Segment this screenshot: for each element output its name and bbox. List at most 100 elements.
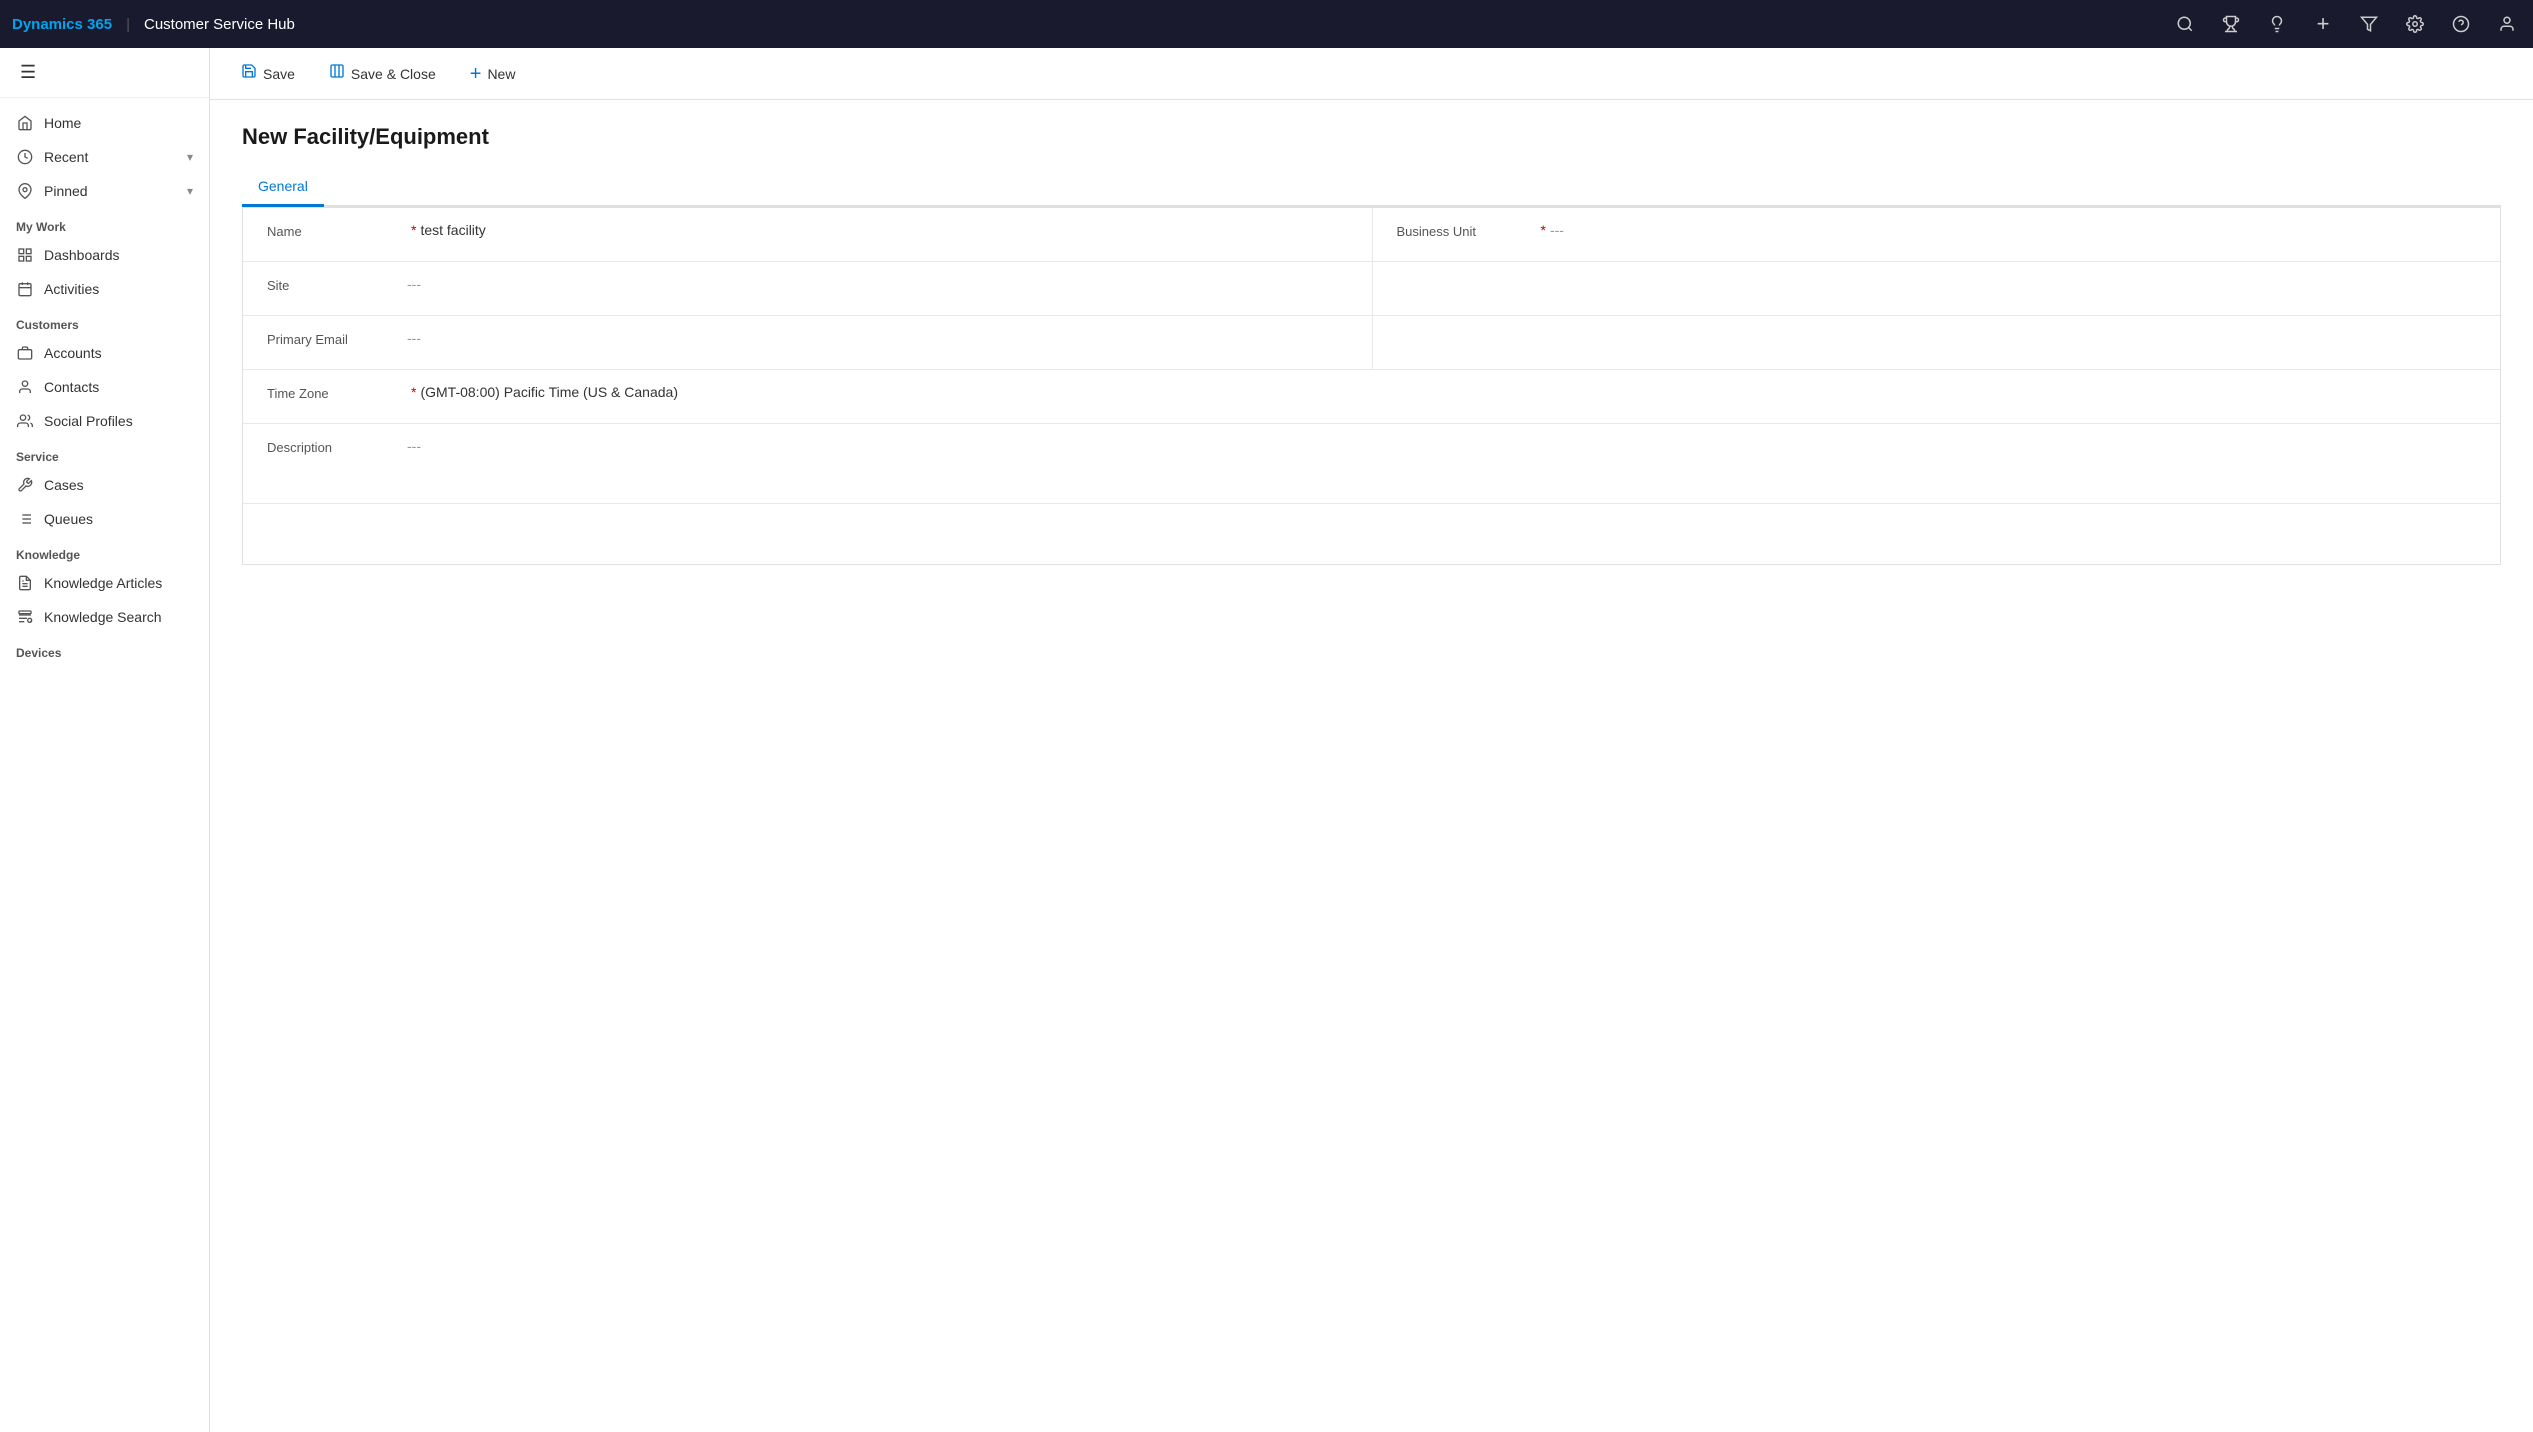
sidebar-item-label: Recent	[44, 149, 177, 165]
contacts-icon	[16, 378, 34, 396]
content-area: Save Save & Close + New New Facility/Equ…	[210, 48, 2533, 1432]
add-global-icon[interactable]: +	[2309, 10, 2337, 38]
name-required: *	[411, 222, 416, 238]
sidebar-item-dashboards[interactable]: Dashboards	[0, 238, 209, 272]
knowledge-articles-icon	[16, 574, 34, 592]
pin-icon	[16, 182, 34, 200]
settings-icon[interactable]	[2401, 10, 2429, 38]
sidebar-item-contacts[interactable]: Contacts	[0, 370, 209, 404]
sidebar-item-label: Cases	[44, 477, 193, 493]
business-unit-required: *	[1541, 222, 1546, 238]
section-label-devices: Devices	[0, 634, 209, 664]
app-name: Customer Service Hub	[144, 16, 295, 33]
sidebar-nav: Home Recent ▾ Pinned ▾ My Work	[0, 98, 209, 672]
sidebar-item-knowledge-search[interactable]: Knowledge Search	[0, 600, 209, 634]
description-value[interactable]: ---	[407, 438, 2476, 454]
sidebar-item-knowledge-articles[interactable]: Knowledge Articles	[0, 566, 209, 600]
main-layout: ☰ Home Recent ▾ Pinned ▾	[0, 48, 2533, 1432]
sidebar-item-label: Knowledge Search	[44, 609, 193, 625]
trophy-icon[interactable]	[2217, 10, 2245, 38]
sidebar: ☰ Home Recent ▾ Pinned ▾	[0, 48, 210, 1432]
sidebar-item-accounts[interactable]: Accounts	[0, 336, 209, 370]
save-button[interactable]: Save	[226, 56, 310, 91]
new-icon: +	[470, 64, 482, 84]
sidebar-item-label: Pinned	[44, 183, 177, 199]
save-icon	[241, 63, 257, 84]
sidebar-item-label: Accounts	[44, 345, 193, 361]
name-label: Name	[267, 222, 407, 239]
social-profiles-icon	[16, 412, 34, 430]
sidebar-item-label: Knowledge Articles	[44, 575, 193, 591]
sidebar-item-pinned[interactable]: Pinned ▾	[0, 174, 209, 208]
recent-icon	[16, 148, 34, 166]
save-close-icon	[329, 63, 345, 84]
section-label-service: Service	[0, 438, 209, 468]
form-content: New Facility/Equipment General Name * te…	[210, 100, 2533, 1432]
accounts-icon	[16, 344, 34, 362]
sidebar-item-label: Queues	[44, 511, 193, 527]
save-label: Save	[263, 66, 295, 82]
business-unit-value[interactable]: ---	[1550, 222, 2476, 238]
name-value[interactable]: test facility	[420, 222, 1347, 238]
sidebar-item-social-profiles[interactable]: Social Profiles	[0, 404, 209, 438]
sidebar-item-cases[interactable]: Cases	[0, 468, 209, 502]
home-icon	[16, 114, 34, 132]
filter-icon[interactable]	[2355, 10, 2383, 38]
sidebar-item-home[interactable]: Home	[0, 106, 209, 140]
time-zone-row: Time Zone * (GMT-08:00) Pacific Time (US…	[243, 370, 2500, 424]
knowledge-search-icon	[16, 608, 34, 626]
sidebar-item-label: Dashboards	[44, 247, 193, 263]
new-button[interactable]: + New	[455, 57, 531, 91]
hamburger-button[interactable]: ☰	[16, 58, 40, 87]
tab-general-label: General	[258, 178, 308, 194]
sidebar-item-label: Contacts	[44, 379, 193, 395]
save-close-button[interactable]: Save & Close	[314, 56, 451, 91]
section-label-knowledge: Knowledge	[0, 536, 209, 566]
search-icon[interactable]	[2171, 10, 2199, 38]
site-cell: Site ---	[243, 262, 1372, 316]
sidebar-item-label: Activities	[44, 281, 193, 297]
primary-email-empty-cell	[1372, 316, 2501, 370]
sidebar-item-label: Social Profiles	[44, 413, 193, 429]
tab-general[interactable]: General	[242, 170, 324, 207]
site-empty-cell	[1372, 262, 2501, 316]
primary-email-cell: Primary Email ---	[243, 316, 1372, 370]
time-zone-value[interactable]: (GMT-08:00) Pacific Time (US & Canada)	[420, 384, 2476, 400]
sidebar-item-queues[interactable]: Queues	[0, 502, 209, 536]
activities-icon	[16, 280, 34, 298]
description-label: Description	[267, 438, 407, 455]
top-nav: Dynamics 365 | Customer Service Hub +	[0, 0, 2533, 48]
section-label-customers: Customers	[0, 306, 209, 336]
form-title: New Facility/Equipment	[242, 124, 2501, 150]
brand: Dynamics 365 | Customer Service Hub	[12, 16, 295, 33]
top-nav-icons: +	[2171, 10, 2521, 38]
user-icon[interactable]	[2493, 10, 2521, 38]
section-label-mywork: My Work	[0, 208, 209, 238]
chevron-down-icon: ▾	[187, 150, 193, 164]
site-label: Site	[267, 276, 407, 293]
primary-email-label: Primary Email	[267, 330, 407, 347]
save-close-label: Save & Close	[351, 66, 436, 82]
dashboards-icon	[16, 246, 34, 264]
primary-email-value[interactable]: ---	[407, 330, 1348, 346]
site-value[interactable]: ---	[407, 276, 1348, 292]
brand-divider: |	[126, 16, 130, 33]
lightbulb-icon[interactable]	[2263, 10, 2291, 38]
new-label: New	[487, 66, 515, 82]
queues-icon	[16, 510, 34, 528]
business-unit-label: Business Unit	[1397, 222, 1537, 239]
sidebar-top: ☰	[0, 48, 209, 98]
sidebar-item-activities[interactable]: Activities	[0, 272, 209, 306]
business-unit-cell: Business Unit * ---	[1372, 208, 2501, 262]
time-zone-required: *	[411, 384, 416, 400]
brand-logo: Dynamics 365	[12, 16, 112, 33]
help-icon[interactable]	[2447, 10, 2475, 38]
cases-icon	[16, 476, 34, 494]
form-tabs: General	[242, 170, 2501, 207]
empty-row-1	[243, 504, 2500, 564]
toolbar: Save Save & Close + New	[210, 48, 2533, 100]
time-zone-label: Time Zone	[267, 384, 407, 401]
chevron-down-icon: ▾	[187, 184, 193, 198]
sidebar-item-recent[interactable]: Recent ▾	[0, 140, 209, 174]
sidebar-item-label: Home	[44, 115, 193, 131]
